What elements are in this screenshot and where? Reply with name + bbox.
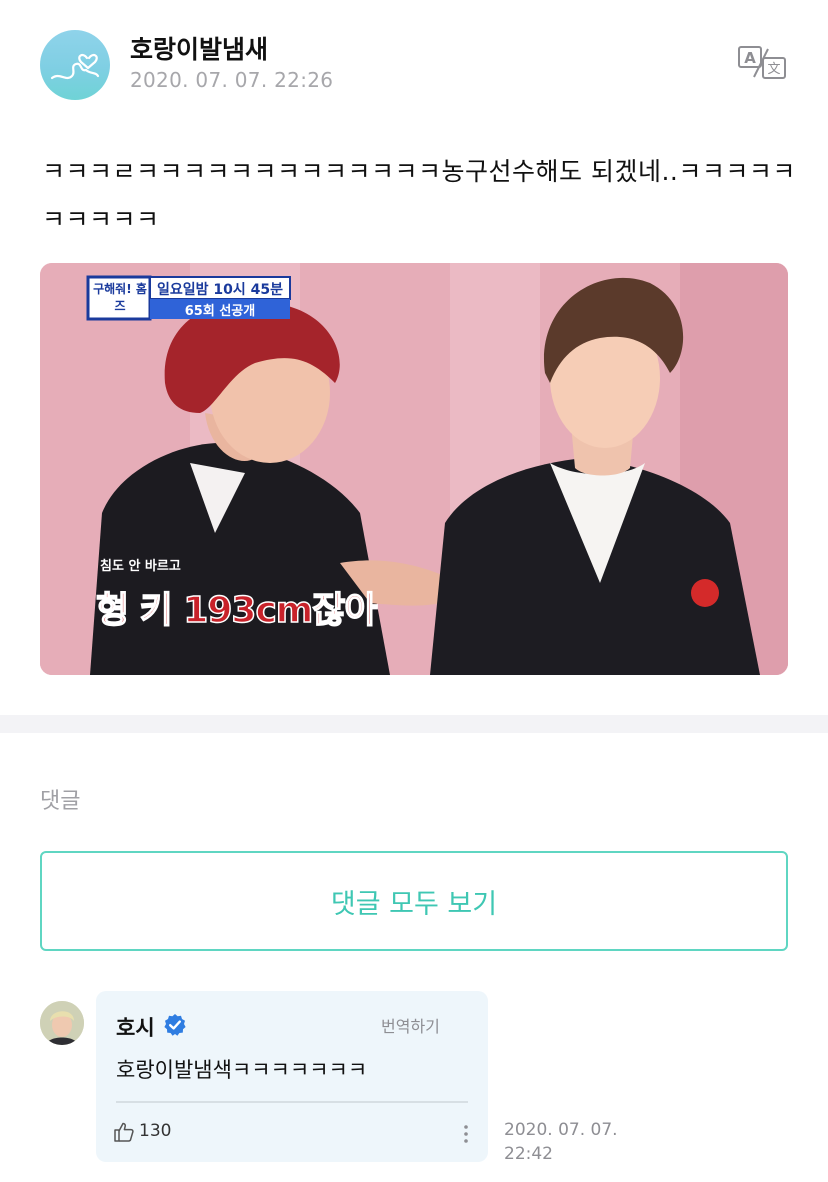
comment-timestamp: 2020. 07. 07. 22:42 bbox=[504, 1118, 644, 1166]
like-count: 130 bbox=[139, 1121, 172, 1141]
comment-translate-link[interactable]: 번역하기 bbox=[381, 1013, 440, 1037]
comment-date: 2020. 07. 07. bbox=[504, 1120, 618, 1140]
post-timestamp: 2020. 07. 07. 22:26 bbox=[130, 68, 334, 92]
avatar-heart-doodle-icon bbox=[50, 53, 100, 80]
more-options-icon[interactable] bbox=[462, 1123, 470, 1145]
show-badge-episode: 65회 선공개 bbox=[184, 304, 256, 319]
svg-text:文: 文 bbox=[767, 62, 780, 77]
comment-clock: 22:42 bbox=[504, 1144, 553, 1164]
post-image[interactable]: 구해줘! 홈즈 일요일밤 10시 45분 65회 선공개 침도 안 바르고 형 … bbox=[40, 263, 788, 675]
caption-big: 형 키 193cm잖아 bbox=[95, 589, 378, 632]
commenter-avatar[interactable] bbox=[40, 1001, 84, 1045]
post-author-name[interactable]: 호랑이발냄새 bbox=[130, 30, 268, 66]
show-badge-time: 일요일밤 10시 45분 bbox=[157, 282, 283, 298]
verified-check-icon bbox=[163, 1013, 187, 1037]
section-divider bbox=[0, 715, 828, 733]
post-body-text: ㅋㅋㅋㄹㅋㅋㅋㅋㅋㅋㅋㅋㅋㅋㅋㅋㅋ농구선수해도 되겠네..ㅋㅋㅋㅋㅋㅋㅋㅋㅋㅋ bbox=[42, 157, 796, 234]
commenter-name[interactable]: 호시 bbox=[116, 1012, 155, 1042]
comments-section-label: 댓글 bbox=[40, 789, 81, 814]
comment-text: 호랑이발냄색ㅋㅋㅋㅋㅋㅋㅋ bbox=[116, 1058, 368, 1082]
author-avatar[interactable] bbox=[40, 30, 110, 100]
caption-small: 침도 안 바르고 bbox=[100, 559, 181, 574]
translate-icon[interactable]: A 文 bbox=[736, 44, 788, 80]
comment-divider bbox=[116, 1101, 468, 1103]
thumbs-up-icon[interactable] bbox=[113, 1121, 135, 1143]
view-all-comments-button[interactable]: 댓글 모두 보기 bbox=[40, 851, 788, 951]
show-badge-title: 구해줘! 홈즈 bbox=[93, 282, 147, 313]
svg-text:A: A bbox=[744, 49, 756, 67]
